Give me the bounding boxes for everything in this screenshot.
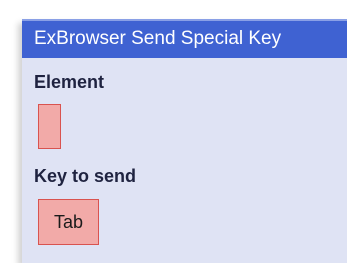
- element-field-label: Element: [34, 72, 105, 92]
- key-to-send-field-label: Key to send: [34, 166, 137, 186]
- node-title[interactable]: ExBrowser Send Special Key: [22, 19, 347, 58]
- element-input[interactable]: [38, 104, 61, 149]
- key-to-send-input[interactable]: Tab: [38, 199, 99, 245]
- exbrowser-send-special-key-node[interactable]: ExBrowser Send Special Key Element Key t…: [22, 19, 347, 263]
